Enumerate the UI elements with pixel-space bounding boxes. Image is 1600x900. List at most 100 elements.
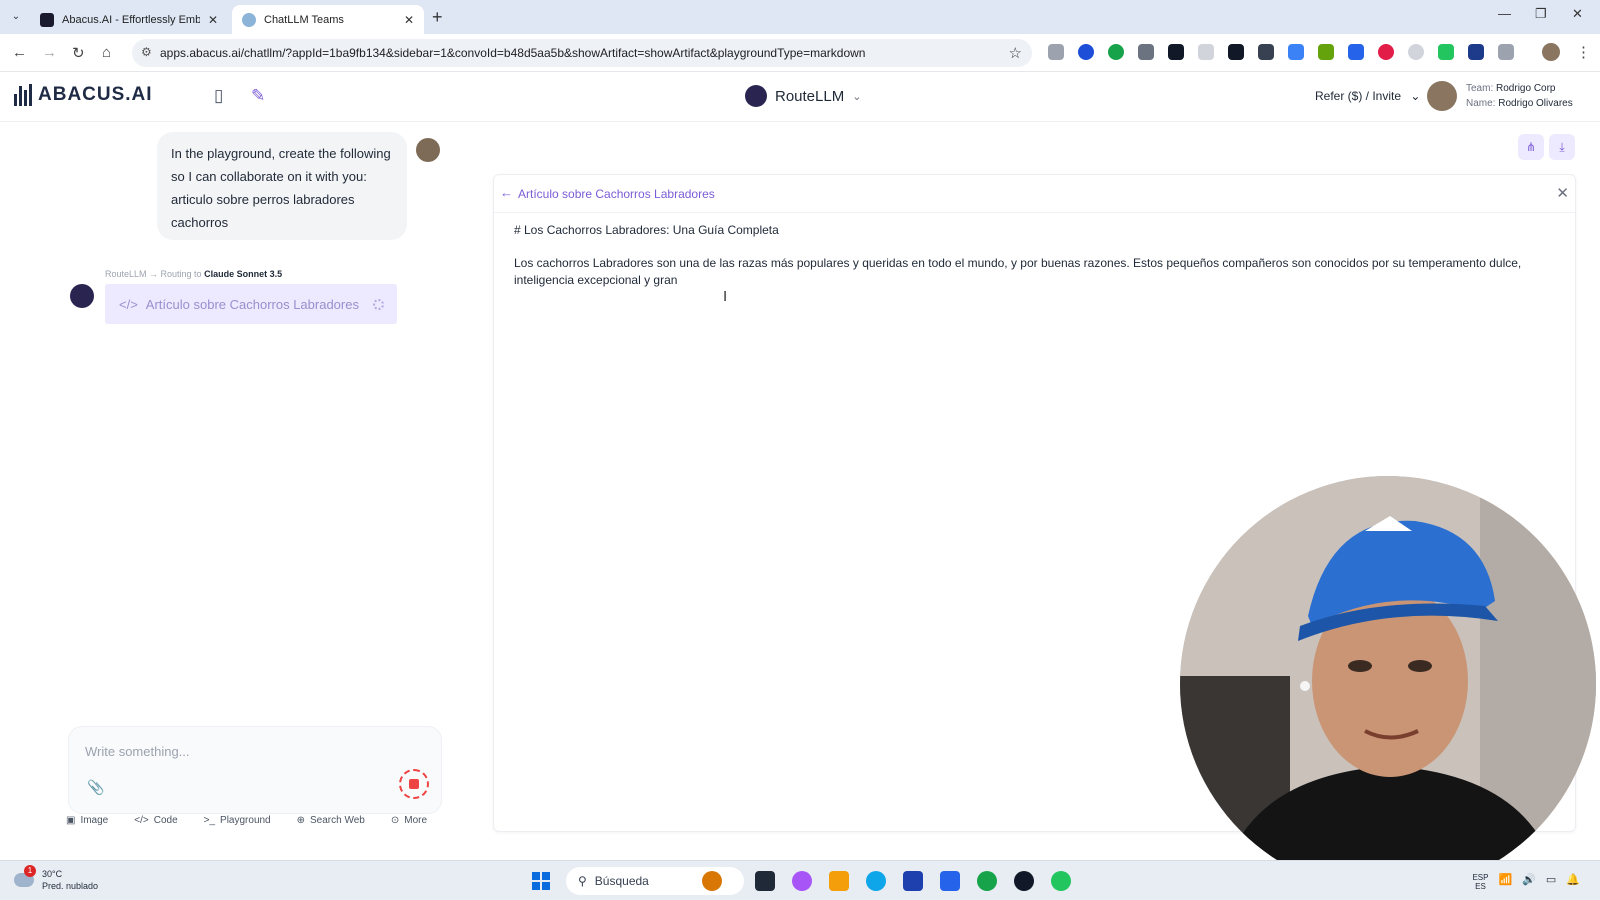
close-icon[interactable]: ✕: [1556, 184, 1569, 202]
windows-start-icon[interactable]: [532, 872, 550, 890]
home-icon[interactable]: ⌂: [102, 44, 111, 61]
extension-icon[interactable]: [1468, 44, 1484, 60]
camera-extension-icon[interactable]: [1048, 44, 1064, 60]
back-icon[interactable]: ←: [12, 44, 27, 61]
chrome-icon[interactable]: [977, 871, 997, 891]
refer-invite-button[interactable]: Refer ($) / Invite ⌄: [1315, 89, 1420, 103]
tool-label: Code: [153, 815, 178, 826]
star-icon[interactable]: ☆: [1009, 44, 1022, 62]
paperclip-icon[interactable]: 📎: [87, 779, 104, 796]
tool-more[interactable]: ⊙ More: [391, 815, 427, 826]
whatsapp-icon[interactable]: [1051, 871, 1071, 891]
profile-avatar[interactable]: [1542, 43, 1560, 61]
extension-icon[interactable]: [1078, 44, 1094, 60]
store-icon[interactable]: [940, 871, 960, 891]
edit-icon[interactable]: ✎: [251, 86, 265, 106]
chevron-down-icon: ⌄: [852, 90, 862, 103]
tool-search-web[interactable]: ⊕ Search Web: [297, 815, 365, 826]
compass-extension-icon[interactable]: [1408, 44, 1424, 60]
temperature: 30°C: [42, 869, 63, 879]
tab-search-chevron-icon[interactable]: ⌄: [6, 8, 26, 26]
pinterest-extension-icon[interactable]: [1378, 44, 1394, 60]
stop-icon: [409, 779, 419, 789]
reload-icon[interactable]: ↻: [72, 44, 85, 62]
md-extension-icon[interactable]: [1228, 44, 1244, 60]
share-icon[interactable]: ⋔: [1518, 134, 1544, 160]
minimize-icon[interactable]: —: [1498, 6, 1511, 21]
extension-icon[interactable]: [1318, 44, 1334, 60]
message-input[interactable]: [85, 739, 405, 763]
forward-icon[interactable]: →: [42, 44, 57, 61]
cloud-icon: 1: [14, 865, 36, 887]
battery-icon[interactable]: ▭: [1546, 873, 1556, 891]
language-code[interactable]: ESP: [1472, 873, 1488, 882]
url-field[interactable]: ⚙ apps.abacus.ai/chatllm/?appId=1ba9fb13…: [132, 39, 1032, 67]
notifications-icon[interactable]: 🔔: [1566, 873, 1580, 891]
user-message-bubble: In the playground, create the following …: [157, 132, 407, 240]
close-tab-icon[interactable]: ✕: [404, 13, 414, 27]
tool-image[interactable]: ▣ Image: [66, 815, 108, 826]
tab-chatllm[interactable]: ChatLLM Teams ✕: [232, 5, 424, 34]
document-paragraph[interactable]: Los cachorros Labradores son una de las …: [514, 255, 1549, 289]
copilot-icon[interactable]: [792, 871, 812, 891]
restore-icon[interactable]: ❐: [1535, 6, 1547, 22]
name-label: Name:: [1466, 98, 1496, 109]
image-icon: ▣: [66, 815, 76, 826]
artifact-title: Artículo sobre Cachorros Labradores: [518, 187, 715, 201]
word-extension-icon[interactable]: [1258, 44, 1274, 60]
font-extension-icon[interactable]: [1168, 44, 1184, 60]
site-info-icon[interactable]: ⚙: [141, 45, 152, 59]
weather-widget[interactable]: 1 30°C Pred. nublado: [14, 865, 98, 892]
color-extension-icon[interactable]: [1108, 44, 1124, 60]
file-explorer-icon[interactable]: [829, 871, 849, 891]
zoom-extension-icon[interactable]: [1138, 44, 1154, 60]
routing-prefix: RouteLLM → Routing to: [105, 269, 202, 279]
close-window-icon[interactable]: ✕: [1572, 6, 1583, 22]
extension-icon[interactable]: [1438, 44, 1454, 60]
user-avatar[interactable]: [1427, 81, 1457, 111]
volume-icon[interactable]: 🔊: [1522, 873, 1536, 891]
presenter-video-image: [1180, 476, 1596, 892]
settings-extension-icon[interactable]: [1348, 44, 1364, 60]
chatllm-favicon-icon: [242, 12, 256, 27]
globe-icon: ⊕: [296, 815, 306, 826]
sidebar-toggle-icon[interactable]: ▯: [214, 86, 223, 106]
translate-extension-icon[interactable]: [1288, 44, 1304, 60]
abacus-logo[interactable]: ABACUS.AI: [14, 84, 153, 106]
wifi-icon[interactable]: 📶: [1498, 873, 1512, 891]
system-tray: ESP ES 📶 🔊 ▭ 🔔: [1472, 873, 1580, 891]
artifact-chip-label: Artículo sobre Cachorros Labradores: [145, 296, 359, 312]
task-view-icon[interactable]: [755, 871, 775, 891]
back-arrow-icon[interactable]: ←: [500, 185, 513, 200]
new-tab-plus-icon[interactable]: +: [432, 7, 443, 28]
widgets-icon[interactable]: [702, 871, 722, 891]
document-heading[interactable]: # Los Cachorros Labradores: Una Guía Com…: [514, 223, 779, 237]
spinner-icon: [372, 298, 384, 310]
text-cursor-icon: I: [723, 288, 728, 305]
abacus-favicon-icon: [40, 12, 54, 27]
close-tab-icon[interactable]: ✕: [208, 13, 218, 27]
message-composer: 📎: [68, 726, 442, 814]
extension-icon[interactable]: [1198, 44, 1214, 60]
model-selector[interactable]: RouteLLM ⌄: [745, 85, 861, 107]
tool-label: More: [404, 815, 428, 826]
tool-code[interactable]: </> Code: [134, 815, 177, 826]
team-name: Rodrigo Corp: [1496, 83, 1556, 94]
edge-icon[interactable]: [866, 871, 886, 891]
artifact-chip[interactable]: </> Artículo sobre Cachorros Labradores: [105, 284, 397, 324]
download-icon[interactable]: ⤓: [1549, 134, 1575, 160]
os-taskbar: 1 30°C Pred. nublado ⚲ Búsqueda ESP ES 📶…: [0, 860, 1600, 900]
puzzle-extensions-icon[interactable]: [1498, 44, 1514, 60]
dell-icon[interactable]: [903, 871, 923, 891]
browser-tab-bar: ⌄ Abacus.AI - Effortlessly Embed ✕ ChatL…: [0, 0, 1600, 34]
tool-playground[interactable]: >_ Playground: [204, 815, 271, 826]
tab-title: Abacus.AI - Effortlessly Embed: [62, 13, 200, 26]
routing-model: Claude Sonnet 3.5: [204, 269, 283, 279]
stop-generation-button[interactable]: [399, 769, 429, 799]
app-header: ABACUS.AI ▯ ✎ RouteLLM ⌄ Refer ($) / Inv…: [0, 72, 1600, 122]
browser-menu-icon[interactable]: ⋮: [1576, 43, 1591, 61]
code-icon: </>: [119, 296, 138, 312]
team-info: Team: Rodrigo Corp Name: Rodrigo Olivare…: [1466, 81, 1573, 111]
tab-abacus[interactable]: Abacus.AI - Effortlessly Embed ✕: [30, 5, 228, 34]
app-icon[interactable]: [1014, 871, 1034, 891]
